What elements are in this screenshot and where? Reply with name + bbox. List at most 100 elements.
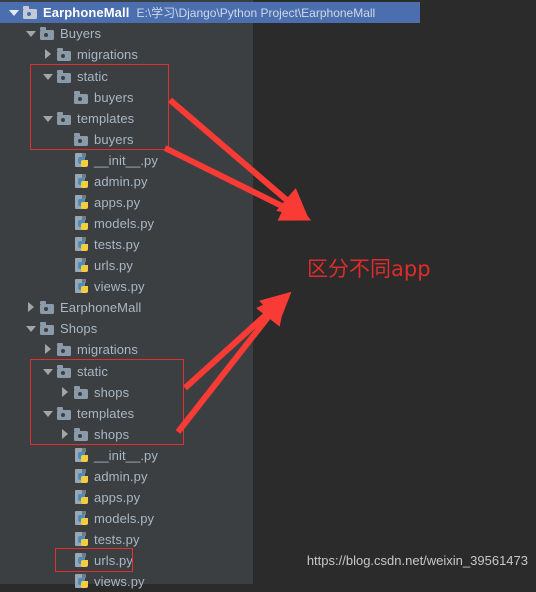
python-file-icon [74, 532, 89, 547]
python-file-icon [74, 511, 89, 526]
tree-row-earphonemall[interactable]: EarphoneMall [0, 297, 253, 318]
chevron-down-icon[interactable] [42, 365, 55, 378]
tree-row-label: Shops [60, 321, 98, 336]
tree-row-urls-py[interactable]: urls.py [0, 550, 253, 571]
tree-row-models-py[interactable]: models.py [0, 213, 253, 234]
tree-row-apps-py[interactable]: apps.py [0, 487, 253, 508]
tree-row-earphonemall[interactable]: EarphoneMall E:\学习\Django\Python Project\… [0, 2, 420, 23]
tree-row-admin-py[interactable]: admin.py [0, 171, 253, 192]
tree-row-apps-py[interactable]: apps.py [0, 192, 253, 213]
chevron-down-icon[interactable] [42, 70, 55, 83]
tree-row-label: models.py [94, 216, 155, 231]
tree-row-label: migrations [77, 47, 138, 62]
ide-project-window: EarphoneMall E:\学习\Django\Python Project\… [0, 0, 536, 589]
python-file-icon [74, 216, 89, 231]
python-file-icon [74, 448, 89, 463]
folder-icon [74, 386, 89, 399]
chevron-down-icon[interactable] [8, 6, 21, 19]
chevron-down-icon[interactable] [42, 407, 55, 420]
tree-row-models-py[interactable]: models.py [0, 508, 253, 529]
tree-row-label: buyers [94, 132, 134, 147]
tree-row-shops[interactable]: shops [0, 424, 253, 445]
python-file-icon [74, 195, 89, 210]
tree-row-label: shops [94, 385, 130, 400]
tree-row-label: templates [77, 406, 135, 421]
tree-row-label: static [77, 364, 108, 379]
tree-row-label: views.py [94, 574, 145, 589]
folder-icon [74, 91, 89, 104]
python-file-icon [74, 153, 89, 168]
tree-row-label: views.py [94, 279, 145, 294]
tree-row-label: apps.py [94, 195, 141, 210]
tree-row-urls-py[interactable]: urls.py [0, 255, 253, 276]
tree-row-buyers[interactable]: buyers [0, 129, 253, 150]
tree-row-label: urls.py [94, 553, 133, 568]
tree-row-tests-py[interactable]: tests.py [0, 529, 253, 550]
tree-row-static[interactable]: static [0, 66, 253, 87]
python-file-icon [74, 279, 89, 294]
watermark-url: https://blog.csdn.net/weixin_39561473 [306, 553, 528, 568]
folder-icon [74, 428, 89, 441]
python-file-icon [74, 174, 89, 189]
folder-icon [40, 27, 55, 40]
tree-row-views-py[interactable]: views.py [0, 276, 253, 297]
tree-row-migrations[interactable]: migrations [0, 44, 253, 65]
chevron-right-icon[interactable] [42, 48, 55, 61]
tree-row--init-py[interactable]: __init__.py [0, 445, 253, 466]
tree-row-label: shops [94, 427, 130, 442]
tree-row-label: urls.py [94, 258, 133, 273]
tree-row-label: tests.py [94, 532, 140, 547]
tree-row-label: __init__.py [94, 448, 158, 463]
tree-row-label: tests.py [94, 237, 140, 252]
chevron-right-icon[interactable] [25, 301, 38, 314]
tree-row-shops[interactable]: Shops [0, 318, 253, 339]
python-file-icon [74, 237, 89, 252]
folder-icon [40, 301, 55, 314]
chevron-down-icon[interactable] [25, 27, 38, 40]
tree-row-buyers[interactable]: Buyers [0, 23, 253, 44]
tree-row-label: Buyers [60, 26, 102, 41]
tree-row-label: EarphoneMall [60, 300, 142, 315]
tree-row-views-py[interactable]: views.py [0, 571, 253, 592]
tree-row-label: buyers [94, 90, 134, 105]
tree-row-label: EarphoneMall [43, 5, 130, 20]
python-file-icon [74, 553, 89, 568]
tree-row--init-py[interactable]: __init__.py [0, 150, 253, 171]
chevron-down-icon[interactable] [25, 322, 38, 335]
chevron-down-icon[interactable] [42, 112, 55, 125]
chevron-right-icon[interactable] [59, 386, 72, 399]
tree-row-label: templates [77, 111, 135, 126]
tree-row-label: admin.py [94, 174, 148, 189]
tree-row-buyers[interactable]: buyers [0, 87, 253, 108]
tree-row-tests-py[interactable]: tests.py [0, 234, 253, 255]
tree-row-migrations[interactable]: migrations [0, 339, 253, 360]
editor-area[interactable] [253, 0, 536, 584]
tree-row-label: __init__.py [94, 153, 158, 168]
chevron-right-icon[interactable] [59, 428, 72, 441]
tree-row-templates[interactable]: templates [0, 108, 253, 129]
python-file-icon [74, 490, 89, 505]
tree-row-label: apps.py [94, 490, 141, 505]
tree-row-shops[interactable]: shops [0, 382, 253, 403]
folder-icon [57, 112, 72, 125]
tree-row-admin-py[interactable]: admin.py [0, 466, 253, 487]
chevron-right-icon[interactable] [42, 343, 55, 356]
tree-row-static[interactable]: static [0, 361, 253, 382]
folder-icon [57, 343, 72, 356]
folder-icon [57, 70, 72, 83]
tree-row-templates[interactable]: templates [0, 403, 253, 424]
tree-row-label: static [77, 69, 108, 84]
